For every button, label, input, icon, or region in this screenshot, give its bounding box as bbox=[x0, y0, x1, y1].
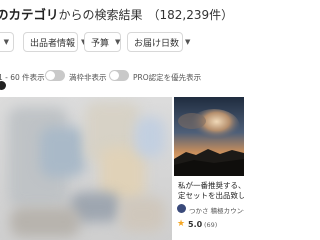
avatar bbox=[177, 204, 186, 213]
chevron-down-icon: ▼ bbox=[3, 38, 9, 46]
hide-full-toggle[interactable] bbox=[45, 70, 65, 81]
category-name[interactable]: のカテゴリ bbox=[0, 4, 59, 23]
rating-value: 5.0 bbox=[188, 220, 203, 229]
star-icon: ★ bbox=[177, 219, 186, 229]
filter-label: お届け日数 bbox=[134, 38, 180, 49]
rating-info: ★ 5.0 (69) bbox=[176, 219, 244, 231]
review-count: (69) bbox=[204, 221, 218, 229]
result-count: （182,239件） bbox=[147, 8, 234, 22]
chevron-down-icon: ▼ bbox=[185, 38, 191, 46]
listing-title[interactable]: 私が一番推奨する、フ 定セットを出品致しま bbox=[178, 181, 244, 201]
delivery-days-filter-button[interactable]: お届け日数 ▼ bbox=[127, 32, 190, 52]
listing-card[interactable]: 私が一番推奨する、フ 定セットを出品致しま つかさ 積極カウンセ ★ 5.0 (… bbox=[174, 97, 244, 240]
results-toolbar: 1 - 60 件表示 満枠非表示 PRO認定を優先表示 bbox=[0, 69, 240, 83]
pro-priority-label: PRO認定を優先表示 bbox=[133, 73, 202, 82]
listing-title-line: 定セットを出品致しま bbox=[178, 191, 244, 200]
filter-bar: ▼ 出品者情報 ▼ 予算 ▼ お届け日数 ▼ bbox=[0, 32, 240, 54]
blurred-listing-thumbnail[interactable] bbox=[0, 97, 172, 240]
heading-suffix: からの検索結果 bbox=[58, 8, 143, 22]
filter-label: 予算 bbox=[91, 38, 110, 49]
seller-info-filter-button[interactable]: 出品者情報 ▼ bbox=[23, 32, 86, 52]
pro-priority-toggle[interactable] bbox=[109, 70, 129, 81]
budget-filter-button[interactable]: 予算 ▼ bbox=[84, 32, 121, 52]
results-range: 1 - 60 件表示 bbox=[0, 73, 45, 82]
hide-full-label: 満枠非表示 bbox=[69, 73, 107, 82]
chevron-down-icon: ▼ bbox=[115, 38, 121, 46]
listing-title-line: 私が一番推奨する、フ bbox=[178, 181, 244, 190]
category-filter-button[interactable]: ▼ bbox=[0, 32, 14, 52]
search-result-heading: のカテゴリ からの検索結果 （182,239件） bbox=[0, 4, 240, 26]
listing-thumbnail[interactable] bbox=[174, 97, 244, 176]
filter-label: 出品者情報 bbox=[30, 38, 76, 49]
seller-info[interactable]: つかさ 積極カウンセ bbox=[176, 203, 244, 215]
sunset-landscape-image bbox=[174, 97, 244, 176]
seller-name: つかさ 積極カウンセ bbox=[189, 207, 244, 215]
bullet-marker bbox=[0, 81, 6, 90]
